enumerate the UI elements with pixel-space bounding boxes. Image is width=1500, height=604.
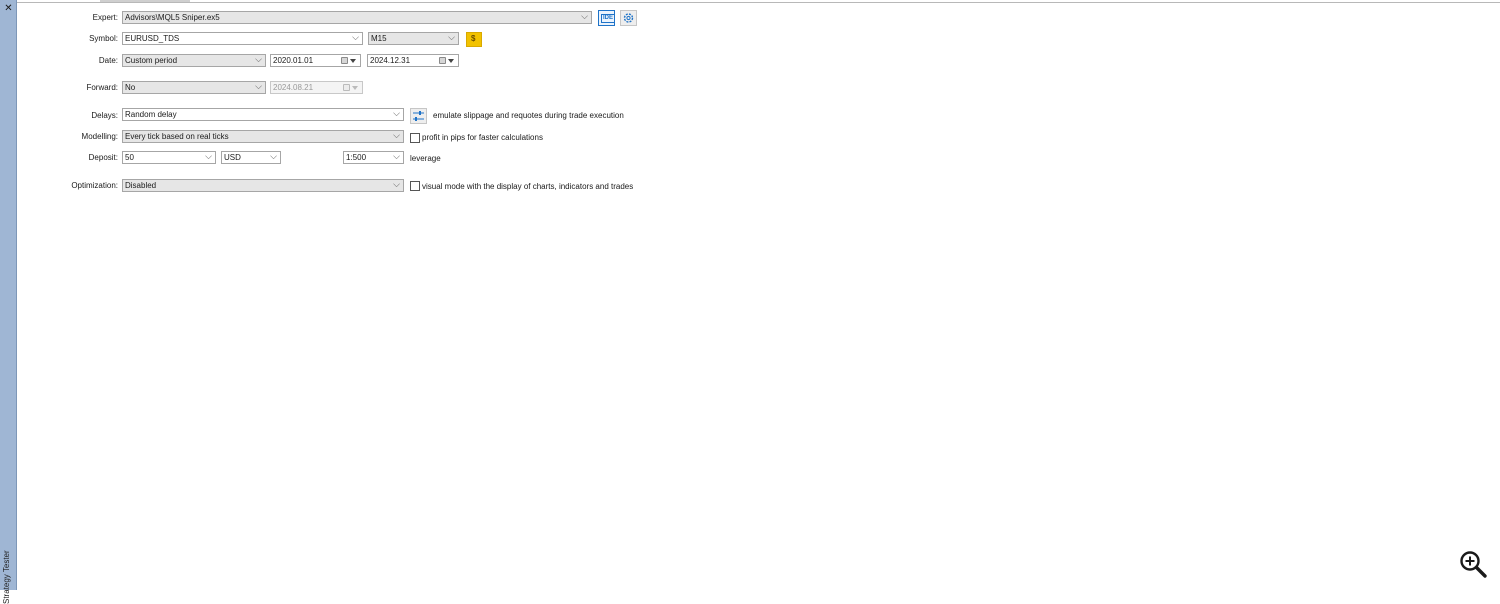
- deposit-label: Deposit:: [88, 153, 118, 162]
- profit-in-pips-checkbox[interactable]: [410, 133, 420, 143]
- leverage-select[interactable]: 1:500 ⌵: [343, 151, 404, 164]
- chevron-down-icon: ⌵: [393, 180, 400, 190]
- visual-mode-label: visual mode with the display of charts, …: [422, 182, 634, 191]
- chevron-down-icon: ⌵: [255, 82, 262, 92]
- forward-date-picker: 2024.08.21: [270, 81, 363, 94]
- currency-value: USD: [224, 153, 241, 162]
- dollar-icon: $: [471, 34, 476, 43]
- optimization-value: Disabled: [125, 181, 157, 190]
- settings-button[interactable]: [620, 10, 637, 26]
- delays-value: Random delay: [125, 110, 177, 119]
- expert-select[interactable]: Advisors\MQL5 Sniper.ex5 ⌵: [122, 11, 592, 24]
- forward-select[interactable]: No ⌵: [122, 81, 266, 94]
- modelling-select[interactable]: Every tick based on real ticks ⌵: [122, 130, 404, 143]
- profit-in-pips-label: profit in pips for faster calculations: [422, 133, 543, 142]
- currency-select[interactable]: USD ⌵: [221, 151, 281, 164]
- date-to-picker[interactable]: 2024.12.31: [367, 54, 459, 67]
- date-to-value: 2024.12.31: [370, 56, 411, 65]
- zoom-in-button[interactable]: [1458, 549, 1488, 579]
- zoom-in-icon: [1460, 551, 1487, 578]
- forward-date-value: 2024.08.21: [273, 83, 314, 92]
- optimization-select[interactable]: Disabled ⌵: [122, 179, 404, 192]
- sliders-icon: [413, 111, 424, 121]
- chevron-down-icon: ⌵: [393, 152, 400, 162]
- sidebar-title: Strategy Tester: [2, 550, 11, 604]
- deposit-amount-value: 50: [125, 153, 134, 162]
- delays-select[interactable]: Random delay ⌵: [122, 108, 404, 121]
- calendar-icon: [343, 84, 359, 92]
- modelling-value: Every tick based on real ticks: [125, 132, 229, 141]
- forward-value: No: [125, 83, 136, 92]
- chevron-down-icon: ⌵: [393, 109, 400, 119]
- chevron-down-icon: ⌵: [255, 55, 262, 65]
- delays-label: Delays:: [91, 111, 118, 120]
- visual-mode-checkbox[interactable]: [410, 181, 420, 191]
- symbol-properties-button[interactable]: $: [466, 32, 482, 47]
- optimization-label: Optimization:: [71, 181, 118, 190]
- leverage-value: 1:500: [346, 153, 367, 162]
- symbol-label: Symbol:: [89, 34, 118, 43]
- symbol-select[interactable]: EURUSD_TDS ⌵: [122, 32, 363, 45]
- timeframe-select[interactable]: M15 ⌵: [368, 32, 459, 45]
- ide-button[interactable]: IDE: [598, 10, 616, 26]
- calendar-icon[interactable]: [341, 57, 357, 65]
- date-period-value: Custom period: [125, 56, 178, 65]
- date-period-select[interactable]: Custom period ⌵: [122, 54, 266, 67]
- chevron-down-icon: ⌵: [205, 152, 212, 162]
- chevron-down-icon: ⌵: [352, 33, 359, 43]
- deposit-amount-select[interactable]: 50 ⌵: [122, 151, 216, 164]
- date-label: Date:: [98, 56, 118, 65]
- expert-value: Advisors\MQL5 Sniper.ex5: [125, 13, 220, 22]
- chevron-down-icon: ⌵: [448, 33, 455, 43]
- timeframe-value: M15: [371, 34, 387, 43]
- modelling-label: Modelling:: [81, 132, 118, 141]
- chevron-down-icon: ⌵: [270, 152, 277, 162]
- date-from-picker[interactable]: 2020.01.01: [270, 54, 361, 67]
- chevron-down-icon: ⌵: [581, 12, 588, 22]
- forward-label: Forward:: [86, 83, 118, 92]
- symbol-value: EURUSD_TDS: [125, 34, 180, 43]
- expert-label: Expert:: [92, 13, 118, 22]
- delays-note: emulate slippage and requotes during tra…: [433, 111, 624, 120]
- top-divider: [17, 2, 1500, 3]
- tab-strip: [100, 0, 190, 2]
- delay-settings-button[interactable]: [410, 108, 427, 124]
- ide-icon: IDE: [601, 14, 616, 23]
- gear-icon: [623, 13, 634, 23]
- chevron-down-icon: ⌵: [393, 131, 400, 141]
- leverage-label: leverage: [410, 154, 441, 163]
- calendar-icon[interactable]: [439, 57, 455, 65]
- date-from-value: 2020.01.01: [273, 56, 314, 65]
